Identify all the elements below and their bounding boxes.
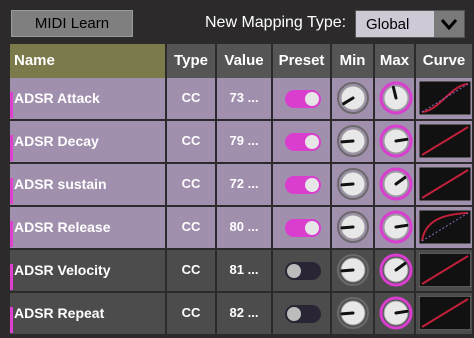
row-max-cell: [375, 293, 416, 334]
column-header-type[interactable]: Type: [167, 44, 217, 78]
toggle-knob: [305, 135, 319, 149]
preset-toggle[interactable]: [285, 90, 321, 108]
column-header-min[interactable]: Min: [332, 44, 375, 78]
max-knob[interactable]: [379, 166, 413, 202]
row-value[interactable]: 80 ...: [217, 207, 273, 248]
curve-editor-button[interactable]: [419, 81, 471, 115]
row-curve-cell: [416, 293, 474, 334]
row-min-cell: [332, 78, 375, 119]
max-knob[interactable]: [379, 209, 413, 245]
row-max-cell: [375, 207, 416, 248]
mapping-type-value: Global: [366, 16, 410, 33]
row-type: CC: [167, 250, 217, 291]
toggle-knob: [287, 307, 301, 321]
row-type: CC: [167, 207, 217, 248]
max-knob[interactable]: [379, 252, 413, 288]
row-max-cell: [375, 250, 416, 291]
max-knob[interactable]: [379, 80, 413, 116]
row-curve-cell: [416, 164, 474, 205]
mapping-type-label: New Mapping Type:: [205, 14, 347, 31]
row-preset-cell: [273, 121, 332, 162]
row-preset-cell: [273, 207, 332, 248]
row-curve-cell: [416, 207, 474, 248]
row-min-cell: [332, 164, 375, 205]
row-value[interactable]: 72 ...: [217, 164, 273, 205]
min-knob[interactable]: [336, 252, 370, 288]
row-curve-cell: [416, 121, 474, 162]
row-name: ADSR sustain: [10, 164, 167, 205]
table-row[interactable]: ADSR Repeat CC 82 ...: [10, 293, 474, 334]
row-type: CC: [167, 78, 217, 119]
row-preset-cell: [273, 78, 332, 119]
row-value[interactable]: 81 ...: [217, 250, 273, 291]
toggle-knob: [305, 178, 319, 192]
row-max-cell: [375, 164, 416, 205]
row-accent-marker: [10, 264, 13, 290]
row-curve-cell: [416, 250, 474, 291]
row-name: ADSR Attack: [10, 78, 167, 119]
chevron-down-icon[interactable]: [434, 11, 464, 37]
row-preset-cell: [273, 293, 332, 334]
row-name: ADSR Release: [10, 207, 167, 248]
row-min-cell: [332, 121, 375, 162]
toggle-knob: [287, 264, 301, 278]
toolbar: MIDI Learn New Mapping Type: Global: [0, 0, 474, 44]
row-accent-marker: [10, 135, 13, 161]
row-value[interactable]: 73 ...: [217, 78, 273, 119]
row-max-cell: [375, 121, 416, 162]
row-accent-marker: [10, 178, 13, 204]
column-header-name[interactable]: Name: [10, 44, 167, 78]
row-preset-cell: [273, 250, 332, 291]
row-type: CC: [167, 293, 217, 334]
min-knob[interactable]: [336, 80, 370, 116]
mapping-type-select[interactable]: Global: [355, 10, 465, 38]
column-header-value[interactable]: Value: [217, 44, 273, 78]
curve-editor-button[interactable]: [419, 210, 471, 244]
min-knob[interactable]: [336, 166, 370, 202]
row-name: ADSR Decay: [10, 121, 167, 162]
row-accent-marker: [10, 307, 13, 333]
preset-toggle[interactable]: [285, 262, 321, 280]
row-curve-cell: [416, 78, 474, 119]
preset-toggle[interactable]: [285, 305, 321, 323]
toggle-knob: [305, 92, 319, 106]
midi-learn-button[interactable]: MIDI Learn: [11, 10, 133, 37]
row-min-cell: [332, 207, 375, 248]
row-accent-marker: [10, 92, 13, 118]
table-row[interactable]: ADSR Decay CC 79 ...: [10, 121, 474, 162]
toggle-knob: [305, 221, 319, 235]
curve-editor-button[interactable]: [419, 296, 471, 330]
column-header-max[interactable]: Max: [375, 44, 416, 78]
table-row[interactable]: ADSR sustain CC 72 ...: [10, 164, 474, 205]
row-max-cell: [375, 78, 416, 119]
table-row[interactable]: ADSR Release CC 80 ...: [10, 207, 474, 248]
row-value[interactable]: 82 ...: [217, 293, 273, 334]
row-name: ADSR Repeat: [10, 293, 167, 334]
curve-editor-button[interactable]: [419, 167, 471, 201]
min-knob[interactable]: [336, 209, 370, 245]
row-min-cell: [332, 250, 375, 291]
row-type: CC: [167, 121, 217, 162]
row-preset-cell: [273, 164, 332, 205]
preset-toggle[interactable]: [285, 133, 321, 151]
min-knob[interactable]: [336, 123, 370, 159]
min-knob[interactable]: [336, 295, 370, 331]
preset-toggle[interactable]: [285, 219, 321, 237]
row-value[interactable]: 79 ...: [217, 121, 273, 162]
row-name: ADSR Velocity: [10, 250, 167, 291]
table-row[interactable]: ADSR Attack CC 73 ...: [10, 78, 474, 119]
max-knob[interactable]: [379, 295, 413, 331]
column-header-preset[interactable]: Preset: [273, 44, 332, 78]
max-knob[interactable]: [379, 123, 413, 159]
row-type: CC: [167, 164, 217, 205]
column-header-curve[interactable]: Curve: [416, 44, 474, 78]
table-row[interactable]: ADSR Velocity CC 81 ...: [10, 250, 474, 291]
table-header: Name Type Value Preset Min Max Curve: [10, 44, 474, 78]
row-min-cell: [332, 293, 375, 334]
curve-editor-button[interactable]: [419, 124, 471, 158]
row-accent-marker: [10, 221, 13, 247]
preset-toggle[interactable]: [285, 176, 321, 194]
curve-editor-button[interactable]: [419, 253, 471, 287]
